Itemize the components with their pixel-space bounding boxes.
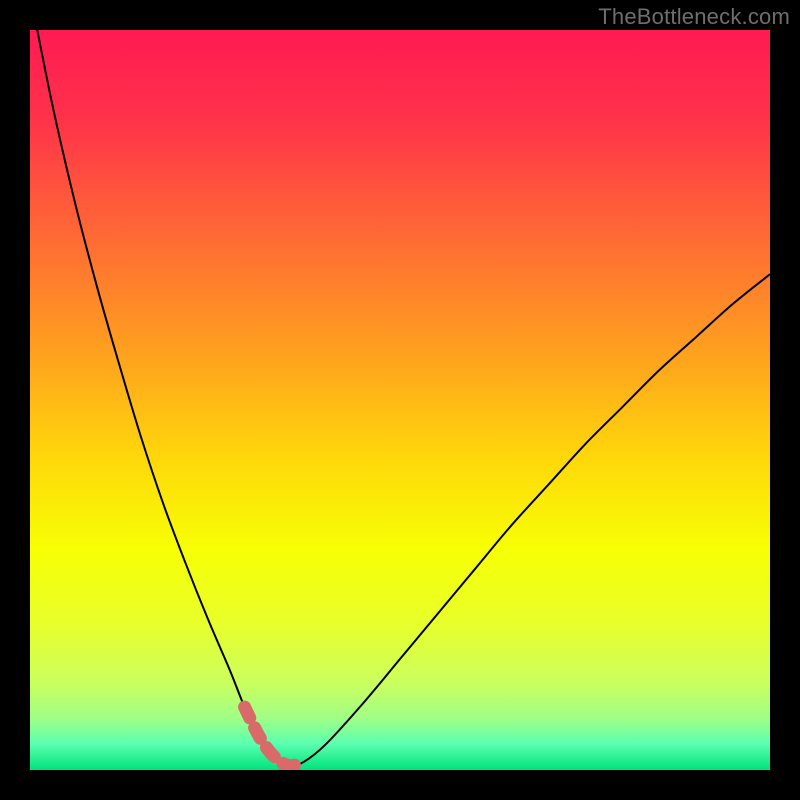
watermark-text: TheBottleneck.com bbox=[598, 4, 790, 30]
bottleneck-chart bbox=[30, 30, 770, 770]
plot-area bbox=[30, 30, 770, 770]
chart-frame: TheBottleneck.com bbox=[0, 0, 800, 800]
